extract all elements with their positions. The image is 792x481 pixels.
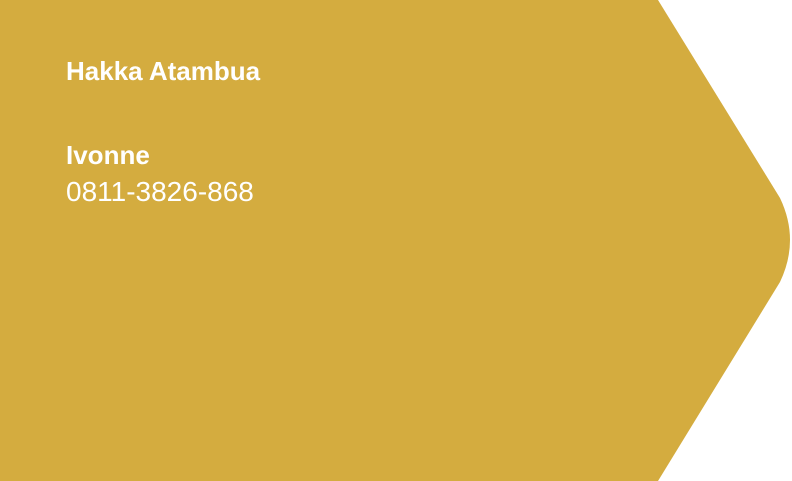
- organization-name: Hakka Atambua: [66, 56, 261, 86]
- contact-card: Hakka Atambua Ivonne 0811-3826-868: [66, 54, 260, 210]
- contact-name: Ivonne: [66, 140, 150, 170]
- phone-number[interactable]: 0811-3826-868: [66, 174, 260, 210]
